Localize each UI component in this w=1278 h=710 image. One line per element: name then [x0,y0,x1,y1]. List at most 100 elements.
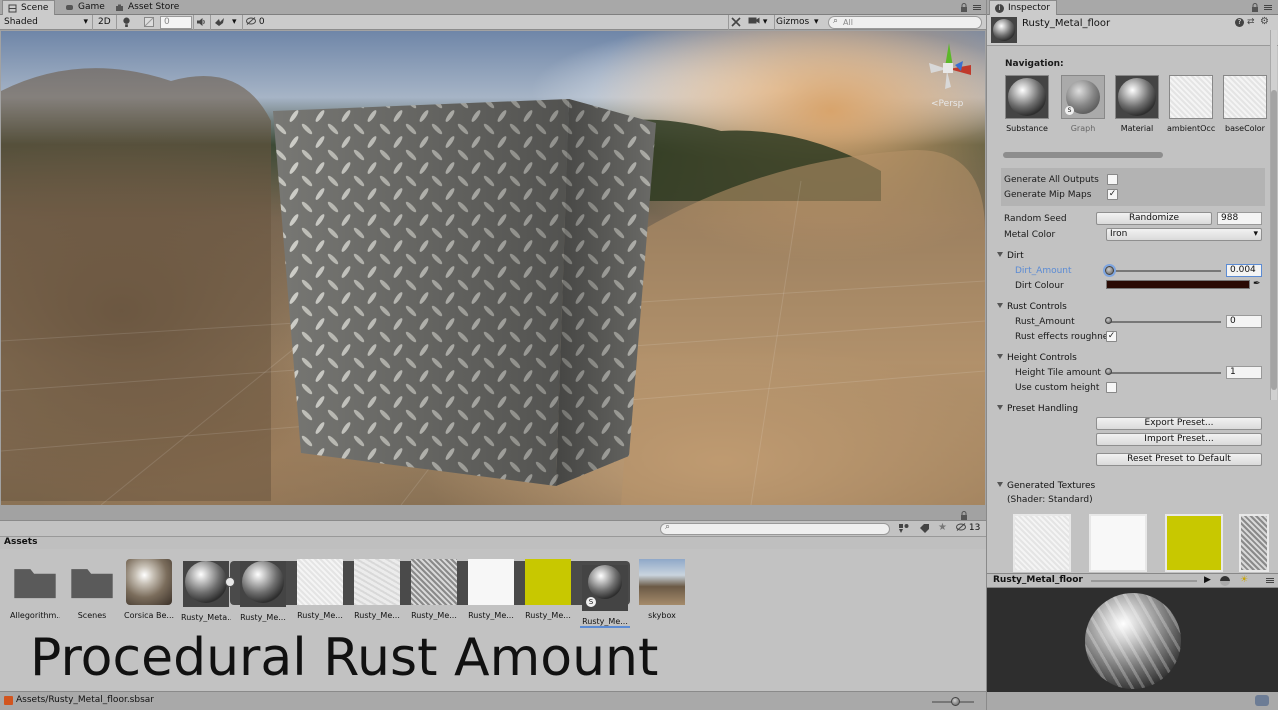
asset-item[interactable]: Rusty_Me... [352,559,402,620]
asset-item[interactable]: Scenes [67,559,117,620]
preset-section-header[interactable]: Preset Handling [997,404,1078,414]
height-tile-slider[interactable] [1109,372,1221,374]
metal-color-dropdown[interactable]: Iron ▾ [1106,228,1262,241]
texture-thumbnail [1223,75,1267,119]
asset-item[interactable]: skybox [637,559,687,620]
use-custom-height-checkbox[interactable] [1106,382,1117,393]
preview-mesh-icon[interactable] [1220,576,1230,586]
randomize-button[interactable]: Randomize [1096,212,1212,225]
scene-search-input[interactable]: ⌕ All [828,16,982,29]
dirt-section-header[interactable]: Dirt [997,251,1024,261]
effects-toggle-icon[interactable] [214,16,228,29]
tab-scene[interactable]: Scene [2,0,56,15]
dirt-amount-slider[interactable] [1109,270,1221,272]
eyedropper-icon[interactable]: ✒ [1253,279,1263,289]
asset-item[interactable]: Rusty_Me... [466,559,516,620]
generated-texture-thumbnail[interactable] [1165,514,1223,572]
asset-item[interactable]: Rusty_Me... [523,559,573,620]
panel-menu-icon[interactable] [1263,3,1273,12]
gizmo-neg-y-axis[interactable] [945,71,951,89]
nav-graph[interactable]: S Graph [1059,75,1107,133]
favorite-star-icon[interactable]: ★ [938,522,950,534]
lock-icon[interactable] [960,3,968,12]
rust-section-header[interactable]: Rust Controls [997,302,1067,312]
tab-asset-store[interactable]: Asset Store [110,0,185,15]
nav-substance[interactable]: Substance [1003,75,1051,133]
height-tile-field[interactable]: 1 [1226,366,1262,379]
projection-label[interactable]: <Persp [931,99,963,109]
lock-icon[interactable] [960,511,968,520]
asset-item-selected[interactable]: S Rusty_Me... [580,559,630,628]
thumbnail-size-knob[interactable] [951,697,960,706]
dirt-colour-swatch[interactable] [1106,280,1250,289]
asset-item[interactable]: Rusty_Me... [295,559,345,620]
inspector-scrollbar-thumb[interactable] [1271,90,1277,390]
label-filter-icon[interactable] [919,523,931,534]
collapse-arrow-icon[interactable] [225,577,235,587]
create-filter-icon[interactable] [898,523,910,534]
navigation-scrollbar[interactable] [1003,152,1163,158]
panel-menu-icon[interactable] [1265,576,1275,586]
generated-textures-header[interactable]: Generated Textures [997,481,1095,491]
export-preset-button[interactable]: Export Preset... [1096,417,1262,430]
camera-dropdown[interactable]: ▾ [748,16,772,29]
height-section-header[interactable]: Height Controls [997,353,1077,363]
dirt-amount-field[interactable]: 0.004 [1226,264,1262,277]
hidden-objects-toggle[interactable]: 0 [246,16,270,29]
asset-item[interactable]: Corsica Be... [124,559,174,620]
tools-icon[interactable] [731,16,745,29]
rust-amount-slider[interactable] [1109,321,1221,323]
gizmos-dropdown[interactable]: Gizmos ▾ [776,16,822,29]
generate-all-outputs-checkbox[interactable] [1107,174,1118,185]
random-seed-field[interactable]: 988 [1217,212,1262,225]
scene-fx-count-field[interactable]: 0 [160,16,192,29]
preview-light-icon[interactable]: ☀ [1240,575,1252,587]
scene-viewport[interactable]: <Persp [1,31,985,505]
dirt-amount-knob[interactable] [1105,266,1115,275]
generated-texture-thumbnail[interactable] [1239,514,1269,572]
asset-item[interactable]: Rusty_Me... [238,559,288,622]
shading-mode-dropdown[interactable]: Shaded ▾ [4,16,90,29]
substance-badge-icon: S [1065,106,1074,115]
tab-game[interactable]: Game [60,0,111,15]
2d-toggle[interactable]: 2D [98,16,114,29]
reset-preset-button[interactable]: Reset Preset to Default [1096,453,1262,466]
lighting-toggle-icon[interactable] [122,16,134,29]
audio-toggle-icon[interactable] [196,16,208,29]
image-effects-icon[interactable] [144,16,156,29]
rust-effects-roughness-checkbox[interactable]: ✓ [1106,331,1117,342]
material-preview[interactable] [987,588,1278,692]
preset-icon[interactable]: ⇄ [1247,17,1257,27]
nav-base-color[interactable]: baseColor [1221,75,1269,133]
asset-item[interactable]: Rusty_Me... [409,559,459,620]
settings-gear-icon[interactable]: ⚙ [1260,16,1270,27]
asset-labels-icon[interactable] [1255,695,1269,706]
nav-material[interactable]: Material [1113,75,1161,133]
rust-amount-knob[interactable] [1105,317,1112,324]
nav-ambient-occlusion[interactable]: ambientOcc [1167,75,1215,133]
effects-dropdown-arrow-icon[interactable]: ▾ [232,16,240,29]
generated-texture-thumbnail[interactable] [1013,514,1071,572]
preview-drag-handle[interactable] [1091,580,1197,582]
tab-inspector[interactable]: i Inspector [989,0,1057,15]
lock-icon[interactable] [1251,3,1259,12]
asset-item[interactable]: Allegorithm... [10,559,60,620]
asset-item[interactable]: Rusty_Meta... [181,559,231,622]
orientation-gizmo[interactable]: <Persp [925,39,981,109]
help-icon[interactable]: ? [1235,18,1244,27]
play-icon[interactable]: ▶ [1204,575,1211,585]
import-preset-button[interactable]: Import Preset... [1096,433,1262,446]
height-tile-knob[interactable] [1105,368,1112,375]
generated-texture-thumbnail[interactable] [1089,514,1147,572]
generate-mip-maps-checkbox[interactable]: ✓ [1107,189,1118,200]
hidden-packages-toggle[interactable]: 13 [956,523,986,534]
assets-title[interactable]: Assets [4,537,37,547]
rust-amount-label: Rust_Amount [1015,317,1075,327]
panel-menu-icon[interactable] [972,3,982,12]
foldout-arrow-icon [997,303,1003,308]
rust-amount-field[interactable]: 0 [1226,315,1262,328]
skybox-thumbnail [639,559,685,605]
project-search-input[interactable]: ⌕ [660,522,890,535]
gizmo-center[interactable] [943,63,953,73]
inspector-scrollbar[interactable] [1270,30,1277,400]
